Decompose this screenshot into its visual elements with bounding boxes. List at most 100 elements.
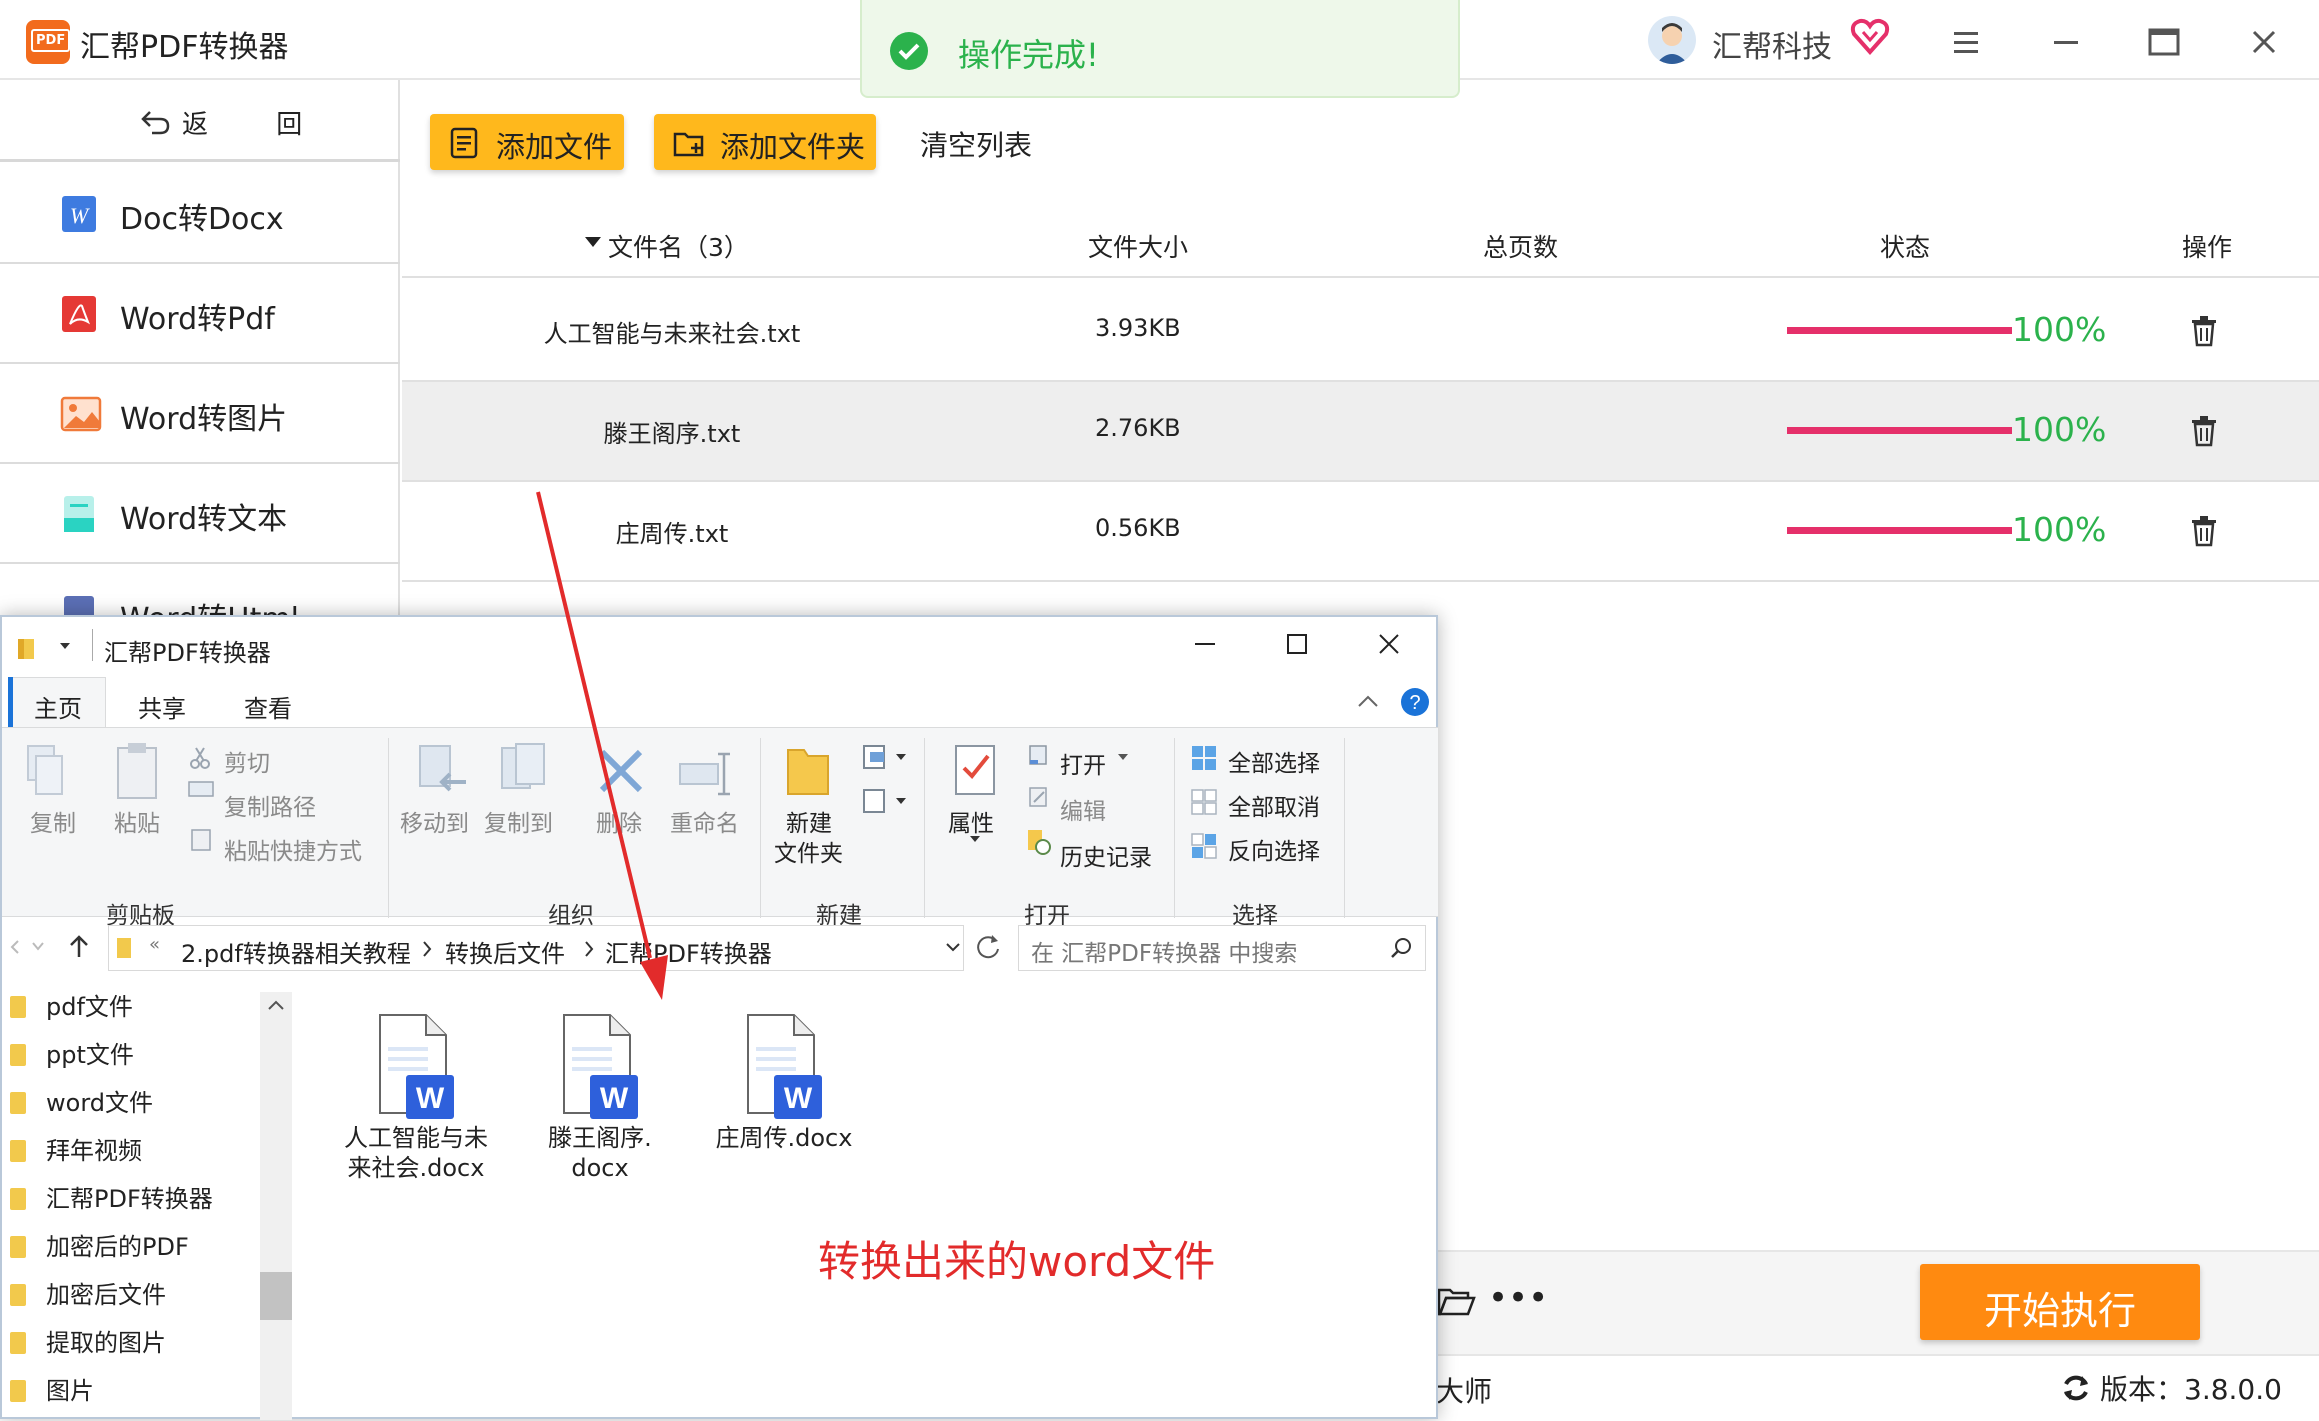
nav-item[interactable]: pdf文件 — [10, 987, 133, 1022]
search-placeholder: 在 汇帮PDF转换器 中搜索 — [1031, 941, 1298, 967]
add-folder-button[interactable]: 添加文件夹 — [654, 114, 876, 170]
back-button[interactable]: 返 回 — [0, 80, 400, 162]
explorer-minimize-icon[interactable] — [1190, 629, 1220, 659]
explorer-title: 汇帮PDF转换器 — [104, 639, 271, 667]
new-folder-button-line2[interactable]: 文件夹 — [774, 834, 843, 868]
folder-icon — [10, 1044, 26, 1066]
svg-text:?: ? — [1409, 692, 1420, 714]
recent-dropdown-icon[interactable] — [30, 939, 46, 953]
nav-item[interactable]: 汇帮PDF转换器 — [10, 1179, 213, 1214]
add-file-button[interactable]: 添加文件 — [430, 114, 624, 170]
open-dropdown-icon[interactable] — [1116, 752, 1130, 762]
maximize-icon[interactable] — [2142, 20, 2186, 64]
trash-icon[interactable] — [2190, 514, 2218, 548]
breadcrumb-chevron-icon[interactable] — [583, 940, 595, 958]
avatar[interactable] — [1648, 16, 1696, 64]
cut-button[interactable]: 剪切 — [224, 744, 270, 778]
back-nav-icon[interactable] — [6, 937, 26, 957]
nav-item[interactable]: 提取的图片 — [10, 1323, 166, 1358]
invert-selection-button[interactable]: 反向选择 — [1228, 832, 1320, 866]
add-file-icon — [448, 126, 482, 160]
search-input[interactable]: 在 汇帮PDF转换器 中搜索 — [1018, 925, 1426, 971]
clear-list-button[interactable]: 清空列表 — [920, 124, 1032, 164]
minimize-icon[interactable] — [2044, 20, 2088, 64]
nav-item[interactable]: 图片 — [10, 1371, 94, 1406]
copy-button[interactable]: 复制 — [30, 804, 76, 838]
table-row[interactable]: 滕王阁序.txt 2.76KB 100% — [402, 382, 2319, 482]
folder-open-icon[interactable] — [1436, 1284, 1476, 1318]
breadcrumb-item[interactable]: 2.pdf转换器相关教程 — [181, 934, 411, 969]
move-to-button[interactable]: 移动到 — [400, 804, 469, 838]
tab-home[interactable]: 主页 — [34, 689, 82, 724]
nav-scrollbar-thumb[interactable] — [260, 1272, 292, 1320]
column-header-name[interactable]: 文件名（3） — [608, 228, 749, 264]
nav-item[interactable]: 拜年视频 — [10, 1131, 142, 1166]
easy-access-icon[interactable] — [860, 786, 910, 816]
select-all-button[interactable]: 全部选择 — [1228, 744, 1320, 778]
toast-message: 操作完成! — [958, 36, 1099, 74]
sidebar-item-word-to-pdf[interactable]: Word转Pdf — [0, 264, 400, 364]
file-size: 0.56KB — [1095, 514, 1181, 542]
sort-down-icon[interactable] — [584, 236, 602, 248]
paste-button[interactable]: 粘贴 — [114, 804, 160, 838]
select-none-button[interactable]: 全部取消 — [1228, 788, 1320, 822]
folder-icon — [10, 1188, 26, 1210]
paste-shortcut-button[interactable]: 粘贴快捷方式 — [224, 832, 362, 866]
explorer-close-icon[interactable] — [1374, 629, 1404, 659]
vip-heart-icon[interactable] — [1848, 14, 1892, 58]
tab-share[interactable]: 共享 — [138, 689, 186, 724]
sidebar-item-word-to-text[interactable]: Word转文本 — [0, 464, 400, 564]
sidebar-item-word-to-image[interactable]: Word转图片 — [0, 364, 400, 464]
refresh-nav-icon[interactable] — [974, 933, 1002, 961]
nav-item[interactable]: word文件 — [10, 1083, 153, 1118]
search-icon[interactable] — [1389, 936, 1413, 960]
new-folder-button-line1[interactable]: 新建 — [786, 804, 832, 838]
sidebar-item-label: Doc转Docx — [120, 202, 284, 237]
folder-icon — [10, 1332, 26, 1354]
trash-icon[interactable] — [2190, 314, 2218, 348]
close-icon[interactable] — [2242, 20, 2286, 64]
annotation-text: 转换出来的word文件 — [818, 1237, 1216, 1286]
nav-item[interactable]: ppt文件 — [10, 1035, 134, 1070]
more-button[interactable]: ••• — [1488, 1278, 1548, 1318]
sidebar-item-doc-to-docx[interactable]: W Doc转Docx — [0, 164, 400, 264]
nav-item[interactable]: 加密后文件 — [10, 1275, 166, 1310]
overflow-chevron-icon[interactable]: « — [149, 934, 160, 955]
breadcrumb-chevron-icon[interactable] — [421, 940, 433, 958]
address-row: « 2.pdf转换器相关教程 转换后文件 汇帮PDF转换器 在 汇帮PDF转换器… — [2, 921, 1438, 977]
tab-view[interactable]: 查看 — [244, 689, 292, 724]
start-button[interactable]: 开始执行 — [1920, 1264, 2200, 1340]
table-row[interactable]: 庄周传.txt 0.56KB 100% — [402, 482, 2319, 582]
menu-icon[interactable] — [1944, 20, 1988, 64]
address-bar[interactable]: « 2.pdf转换器相关教程 转换后文件 汇帮PDF转换器 — [108, 925, 964, 971]
address-dropdown-icon[interactable] — [945, 940, 961, 954]
copy-path-button[interactable]: 复制路径 — [224, 788, 316, 822]
copy-to-button[interactable]: 复制到 — [484, 804, 553, 838]
rename-button[interactable]: 重命名 — [670, 804, 739, 838]
breadcrumb-item[interactable]: 汇帮PDF转换器 — [605, 934, 772, 969]
delete-button[interactable]: 删除 — [596, 804, 642, 838]
scroll-up-icon[interactable] — [264, 997, 288, 1013]
history-button[interactable]: 历史记录 — [1060, 838, 1152, 872]
help-icon[interactable]: ? — [1400, 687, 1430, 717]
refresh-icon[interactable] — [2060, 1372, 2092, 1404]
breadcrumb-item[interactable]: 转换后文件 — [445, 934, 565, 969]
explorer-maximize-icon[interactable] — [1282, 629, 1312, 659]
edit-button[interactable]: 编辑 — [1060, 792, 1106, 826]
properties-button[interactable]: 属性 — [948, 804, 994, 838]
collapse-ribbon-icon[interactable] — [1356, 693, 1380, 709]
table-row[interactable]: 人工智能与未来社会.txt 3.93KB 100% — [402, 282, 2319, 382]
new-item-icon[interactable] — [860, 742, 910, 772]
properties-dropdown-icon[interactable] — [968, 834, 982, 844]
sidebar-item-label: Word转文本 — [120, 502, 288, 537]
app-window: PDF 汇帮PDF转换器 汇帮科技 操作完成! 返 回 W Doc转Docx W… — [0, 0, 2319, 1420]
trash-icon[interactable] — [2190, 414, 2218, 448]
nav-item[interactable]: 加密后的PDF — [10, 1227, 189, 1262]
nav-scrollbar[interactable] — [260, 992, 292, 1420]
address-folder-icon — [115, 934, 135, 960]
quick-access-dropdown-icon[interactable] — [58, 641, 72, 651]
company-name[interactable]: 汇帮科技 — [1712, 22, 1832, 66]
progress-bar — [1787, 527, 2012, 534]
open-button[interactable]: 打开 — [1060, 746, 1106, 780]
up-arrow-icon[interactable] — [68, 933, 90, 959]
